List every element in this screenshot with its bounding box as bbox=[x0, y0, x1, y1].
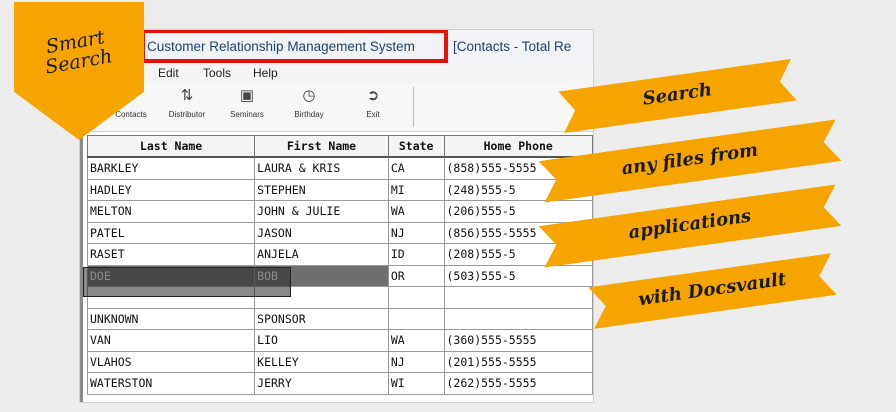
table-cell[interactable]: (262)555-5555 bbox=[443, 372, 593, 395]
table-row[interactable]: VLAHOS KELLEY NJ (201)555-5555 bbox=[86, 350, 593, 373]
seminars-label: Seminars bbox=[230, 110, 264, 119]
table-cell[interactable]: PATEL bbox=[86, 221, 256, 244]
menu-edit[interactable]: Edit bbox=[158, 66, 179, 80]
ribbon-1: Search bbox=[558, 59, 797, 133]
menu-tools[interactable]: Tools bbox=[203, 66, 231, 80]
table-cell[interactable]: JERRY bbox=[254, 372, 389, 395]
menu-help[interactable]: Help bbox=[253, 66, 278, 80]
table-cell[interactable] bbox=[86, 286, 256, 309]
table-row[interactable]: DOE BOB OR (503)555-5 bbox=[86, 264, 593, 287]
table-cell[interactable]: BARKLEY bbox=[86, 156, 256, 180]
toolbar: ■ Contacts ⇅ Distributor ▣ Seminars ◷ Bi… bbox=[83, 83, 593, 132]
table-cell[interactable]: MELTON bbox=[86, 200, 256, 223]
table-cell[interactable]: RASET bbox=[86, 243, 256, 266]
table-cell[interactable]: SPONSOR bbox=[254, 307, 389, 330]
distributor-button[interactable]: ⇅ Distributor bbox=[159, 85, 215, 119]
table-cell[interactable]: ANJELA bbox=[254, 243, 389, 266]
table-row[interactable]: VAN LIO WA (360)555-5555 bbox=[86, 329, 593, 352]
column-header-last-name[interactable]: Last Name bbox=[86, 135, 256, 158]
table-cell[interactable]: UNKNOWN bbox=[86, 307, 256, 330]
table-cell[interactable] bbox=[443, 286, 593, 309]
distributor-icon: ⇅ bbox=[180, 87, 194, 104]
table-body: BARKLEY LAURA & KRIS CA (858)555-5555 HADLEY… bbox=[86, 156, 593, 395]
table-cell[interactable]: VLAHOS bbox=[86, 350, 256, 373]
window-title-suffix: [Contacts - Total Re bbox=[453, 39, 572, 54]
birthday-button[interactable]: ◷ Birthday bbox=[281, 85, 337, 119]
table-cell[interactable]: WA bbox=[387, 200, 445, 223]
table-cell[interactable]: (503)555-5 bbox=[443, 264, 593, 287]
table-cell[interactable]: CA bbox=[387, 156, 445, 180]
column-header-first-name[interactable]: First Name bbox=[254, 135, 389, 158]
exit-button[interactable]: ➲ Exit bbox=[345, 85, 401, 119]
table-row[interactable]: UNKNOWN SPONSOR bbox=[86, 307, 593, 330]
title-bar: Customer Relationship Management System … bbox=[83, 30, 593, 65]
table-cell[interactable]: ID bbox=[387, 243, 445, 266]
birthday-icon: ◷ bbox=[302, 87, 316, 104]
table-cell[interactable]: DOE bbox=[86, 264, 256, 287]
table-cell[interactable]: BOB bbox=[254, 264, 389, 287]
ribbon-4: with Docsvault bbox=[588, 253, 836, 329]
table-cell[interactable]: WI bbox=[387, 372, 445, 395]
table-cell[interactable]: NJ bbox=[387, 350, 445, 373]
table-cell[interactable]: JASON bbox=[254, 221, 389, 244]
badge-text: Smart Search bbox=[39, 26, 115, 78]
table-cell[interactable]: (360)555-5555 bbox=[443, 329, 593, 352]
table-cell[interactable]: KELLEY bbox=[254, 350, 389, 373]
table-cell[interactable] bbox=[387, 307, 445, 330]
table-cell[interactable] bbox=[387, 286, 445, 309]
table-row[interactable]: MELTON JOHN & JULIE WA (206)555-5 bbox=[86, 200, 593, 223]
table-cell[interactable] bbox=[254, 286, 389, 309]
table-row[interactable]: RASET ANJELA ID (208)555-5 bbox=[86, 243, 593, 266]
crm-window: Customer Relationship Management System … bbox=[80, 30, 593, 402]
table-row[interactable]: WATERSTON JERRY WI (262)555-5555 bbox=[86, 372, 593, 395]
table-header: Last Name First Name State Home Phone bbox=[86, 135, 593, 158]
table-cell[interactable]: JOHN & JULIE bbox=[254, 200, 389, 223]
table-row[interactable]: HADLEY STEPHEN MI (248)555-5 bbox=[86, 178, 593, 201]
contacts-table: Last Name First Name State Home Phone BA… bbox=[86, 135, 593, 395]
table-cell[interactable]: OR bbox=[387, 264, 445, 287]
table-cell[interactable]: WA bbox=[387, 329, 445, 352]
seminars-button[interactable]: ▣ Seminars bbox=[219, 85, 275, 119]
birthday-label: Birthday bbox=[294, 110, 324, 119]
table-cell[interactable]: LIO bbox=[254, 329, 389, 352]
column-header-state[interactable]: State bbox=[387, 135, 445, 158]
promo-stage: Customer Relationship Management System … bbox=[0, 0, 896, 412]
title-highlight-box bbox=[141, 30, 448, 63]
table-cell[interactable]: WATERSTON bbox=[86, 372, 256, 395]
exit-label: Exit bbox=[366, 110, 380, 119]
table-cell[interactable] bbox=[443, 307, 593, 330]
toolbar-divider bbox=[413, 87, 414, 127]
seminars-icon: ▣ bbox=[239, 87, 255, 104]
table-row[interactable]: BARKLEY LAURA & KRIS CA (858)555-5555 bbox=[86, 156, 593, 180]
table-cell[interactable]: NJ bbox=[387, 221, 445, 244]
table-cell[interactable]: LAURA & KRIS bbox=[254, 156, 389, 180]
table-cell[interactable]: (201)555-5555 bbox=[443, 350, 593, 373]
table-cell[interactable]: VAN bbox=[86, 329, 256, 352]
table-row[interactable] bbox=[86, 286, 593, 309]
table-cell[interactable]: HADLEY bbox=[86, 178, 256, 201]
exit-icon: ➲ bbox=[366, 87, 380, 104]
distributor-label: Distributor bbox=[168, 110, 206, 119]
menu-bar: Edit Tools Help bbox=[83, 64, 593, 83]
table-cell[interactable]: STEPHEN bbox=[254, 178, 389, 201]
table-cell[interactable]: (206)555-5 bbox=[443, 200, 593, 223]
table-row[interactable]: PATEL JASON NJ (856)555-5555 bbox=[86, 221, 593, 244]
table-cell[interactable]: MI bbox=[387, 178, 445, 201]
column-header-home-phone[interactable]: Home Phone bbox=[443, 135, 593, 158]
